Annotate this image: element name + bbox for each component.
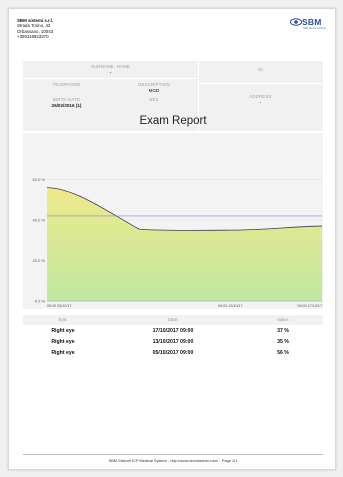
address-cell: ADDRESS - — [198, 94, 323, 105]
company-street: Strada Torino, 43 — [17, 23, 51, 29]
sbm-logo: SBM SBM Sistemi Medical — [290, 17, 326, 31]
row-eye: Right eye — [51, 350, 75, 356]
logo-subtext: SBM Sistemi Medical — [303, 27, 326, 30]
patient-divider — [23, 78, 198, 79]
telephone-label: TELEPHONE — [52, 82, 81, 87]
address-label: ADDRESS — [249, 94, 272, 99]
surname-label: SURNAME, NAME — [91, 64, 130, 69]
description-value: MGD — [148, 88, 160, 93]
exam-chart: 0.0 % 20.0 % 40.0 % 60.0 % 09:00 05/10/17 09:… — [23, 133, 323, 309]
row-value: 35 % — [277, 339, 289, 345]
header-date: Date: — [167, 317, 179, 322]
page-footer: SBM Sistemi ICP Medical System - http://… — [108, 458, 238, 463]
logo-text: SBM — [302, 17, 322, 27]
x-tick-label: 09:00 05/10/17 — [47, 304, 72, 308]
company-phone: +390119923370 — [17, 33, 49, 39]
y-tick-label: 60.0 % — [33, 177, 46, 182]
address-value: - — [259, 100, 262, 105]
row-date: 13/10/2017 09:00 — [152, 339, 194, 345]
header-value: Value: — [276, 317, 290, 322]
table-header: Eye: Date: Value: — [23, 315, 323, 325]
row-eye: Right eye — [51, 339, 75, 345]
company-info: SBM sistemi s.r.l. Strada Torino, 43 Orb… — [17, 18, 53, 39]
chart-svg: 0.0 % 20.0 % 40.0 % 60.0 % 09:00 05/10/17 09:… — [33, 177, 323, 308]
table-row: Right eye 13/10/2017 09:00 35 % — [23, 336, 323, 347]
sex-cell: SEX — [110, 97, 198, 103]
header-eye: Eye: — [58, 317, 68, 322]
sex-label: SEX — [149, 97, 159, 102]
row-eye: Right eye — [51, 328, 75, 334]
y-tick-label: 0.0 % — [35, 299, 46, 304]
x-tick-label: 09:00 13/10/17 — [218, 304, 243, 308]
birth-date-value: 26/02/2016 (1) — [51, 103, 82, 108]
birth-date-cell: BIRTH DATE 26/02/2016 (1) — [23, 97, 110, 108]
telephone-cell: TELEPHONE — [23, 82, 110, 88]
report-page: SBM sistemi s.r.l. Strada Torino, 43 Orb… — [8, 8, 336, 470]
row-value: 56 % — [277, 350, 289, 356]
x-tick-label: 09:00 17/10/17 — [297, 304, 322, 308]
id-cell: ID — [198, 67, 323, 73]
surname-value: - — [109, 70, 112, 75]
description-cell: DESCRIPTION MGD — [110, 82, 198, 93]
patient-divider — [198, 83, 323, 84]
surname-cell: SURNAME, NAME - — [23, 64, 198, 75]
eye-logo-icon — [290, 18, 302, 26]
area-fill — [47, 187, 322, 301]
row-date: 17/10/2017 09:00 — [152, 328, 194, 334]
row-value: 37 % — [277, 328, 289, 334]
footer-divider — [23, 454, 323, 455]
id-label: ID — [258, 67, 263, 72]
report-title: Exam Report — [139, 115, 207, 127]
table-row: Right eye 05/10/2017 09:00 56 % — [23, 347, 323, 358]
table-row: Right eye 17/10/2017 09:00 37 % — [23, 325, 323, 336]
y-tick-label: 20.0 % — [33, 258, 46, 263]
description-label: DESCRIPTION — [138, 82, 170, 87]
row-date: 05/10/2017 09:00 — [152, 350, 194, 356]
results-table: Eye: Date: Value: Right eye 17/10/2017 0… — [23, 315, 323, 358]
birth-date-label: BIRTH DATE — [52, 97, 81, 102]
y-tick-label: 40.0 % — [33, 218, 46, 223]
